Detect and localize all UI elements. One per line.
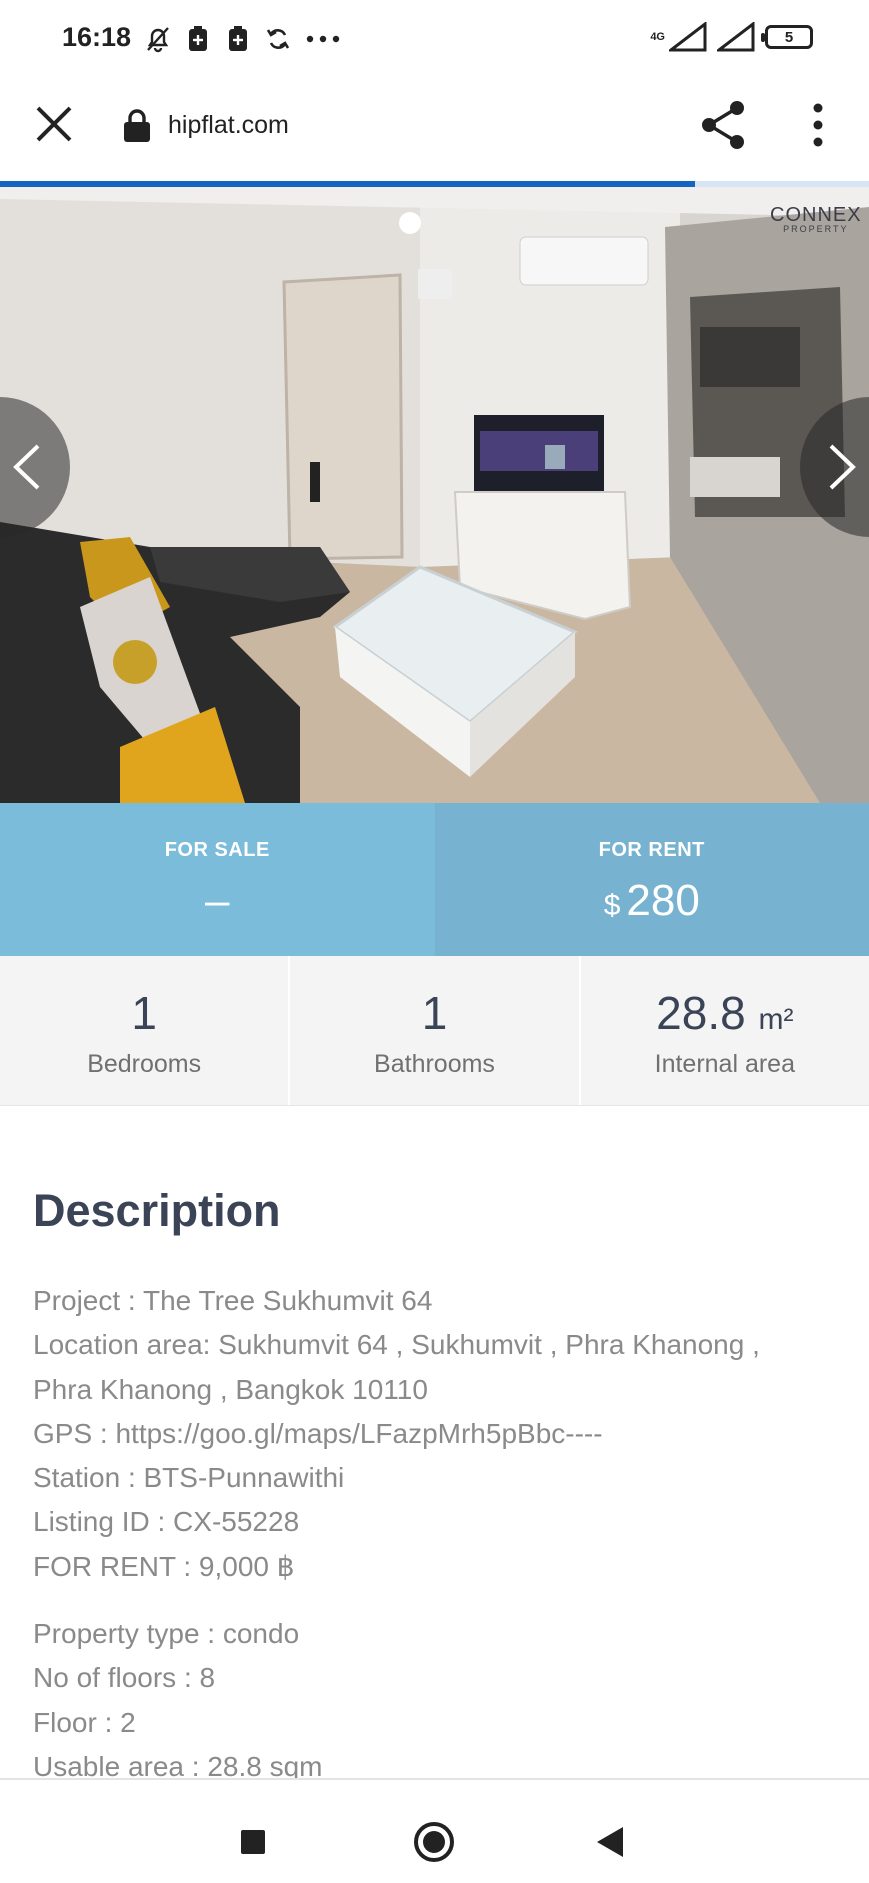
status-system-icons: 4G 5	[650, 22, 813, 52]
description-line: Listing ID : CX-55228	[33, 1506, 300, 1538]
listing-photo[interactable]: CONNEX PROPERTY	[0, 187, 869, 803]
description-line: Phra Khanong , Bangkok 10110	[33, 1373, 428, 1405]
property-stats: 1 Bedrooms 1 Bathrooms 28.8 m² Internal …	[0, 956, 869, 1106]
home-button[interactable]	[414, 1822, 454, 1862]
sync-icon	[265, 24, 291, 54]
description-line: Station : BTS-Punnawithi	[33, 1462, 345, 1494]
description-line: FOR RENT : 9,000 ฿	[33, 1550, 295, 1582]
description-heading: Description	[33, 1185, 281, 1236]
status-notification-icons	[145, 24, 341, 54]
description-line: Property type : condo	[33, 1618, 300, 1649]
status-bar: 16:18 4G 5	[0, 0, 869, 78]
rent-price: $ 280	[604, 876, 700, 926]
area-display: 28.8 m²	[656, 986, 793, 1040]
browser-toolbar: hipflat.com	[0, 78, 869, 182]
stat-bedrooms: 1 Bedrooms	[0, 956, 291, 1105]
watermark-brand: CONNEX	[770, 204, 862, 226]
description-line: Location area: Sukhumvit 64 , Sukhumvit …	[33, 1329, 760, 1361]
price-for-sale[interactable]: FOR SALE –	[0, 803, 435, 956]
battery-level: 5	[784, 28, 794, 46]
area-value: 28.8	[656, 987, 746, 1039]
close-icon[interactable]	[32, 102, 76, 146]
battery-plus-icon	[185, 24, 211, 54]
description-block-2: Property type : condo No of floors : 8 F…	[33, 1612, 853, 1789]
watermark-sub: PROPERTY	[783, 224, 849, 234]
price-for-rent[interactable]: FOR RENT $ 280	[434, 803, 869, 956]
room-photo-image	[0, 187, 869, 803]
url-text[interactable]: hipflat.com	[168, 111, 289, 140]
watermark-logo: CONNEX PROPERTY	[770, 205, 862, 234]
bathrooms-label: Bathrooms	[374, 1050, 495, 1078]
bathrooms-value: 1	[421, 987, 448, 1039]
stat-internal-area: 28.8 m² Internal area	[581, 956, 869, 1105]
bedrooms-value: 1	[131, 987, 157, 1039]
stat-bathrooms: 1 Bathrooms	[290, 956, 581, 1105]
more-dots-icon	[305, 24, 341, 54]
battery-plus-icon	[225, 24, 251, 54]
more-vert-icon[interactable]	[806, 102, 830, 148]
system-navigation-bar	[0, 1778, 869, 1883]
area-label: Internal area	[654, 1050, 795, 1078]
bedrooms-label: Bedrooms	[87, 1050, 202, 1078]
sale-value: –	[205, 876, 230, 925]
rent-currency: $	[603, 889, 621, 922]
signal-icon	[717, 22, 755, 52]
sale-label: FOR SALE	[164, 839, 270, 861]
description-line: No of floors : 8	[33, 1662, 216, 1694]
description-line: Floor : 2	[33, 1706, 136, 1738]
description-line: GPS : https://goo.gl/maps/LFazpMrh5pBbc-…	[33, 1417, 603, 1449]
battery-icon: 5	[761, 25, 813, 49]
description-line: Project : The Tree Sukhumvit 64	[33, 1285, 433, 1316]
share-icon[interactable]	[700, 100, 746, 150]
lock-icon	[124, 109, 150, 142]
area-unit: m²	[758, 1003, 794, 1036]
description-block-1: Project : The Tree Sukhumvit 64 Location…	[33, 1279, 853, 1589]
price-bar: FOR SALE – FOR RENT $ 280	[0, 803, 869, 956]
rent-label: FOR RENT	[598, 839, 705, 861]
back-button[interactable]	[597, 1827, 623, 1857]
status-time: 16:18	[62, 22, 132, 52]
signal-icon	[669, 22, 707, 52]
recents-button[interactable]	[241, 1830, 265, 1854]
chevron-left-icon	[13, 444, 40, 490]
mute-bell-icon	[145, 24, 171, 54]
rent-value: 280	[626, 876, 700, 925]
chevron-right-icon	[829, 444, 856, 490]
network-type-icon: 4G	[650, 30, 665, 43]
